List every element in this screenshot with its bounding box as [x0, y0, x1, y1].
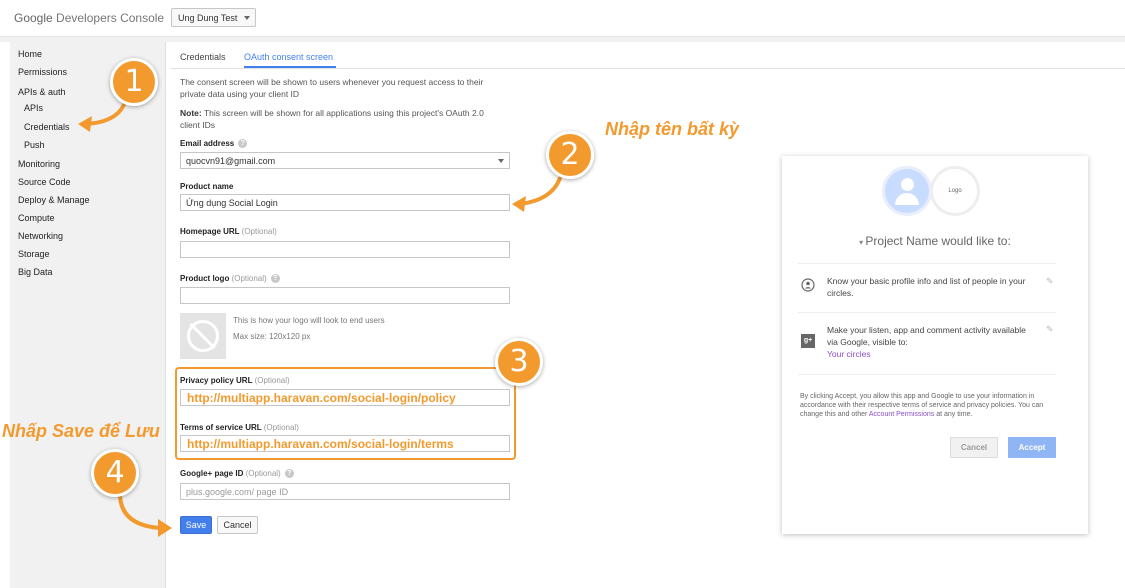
perm2-line-2: via Google, visible to:	[827, 337, 908, 347]
preview-title-text: Project Name would like to:	[865, 234, 1011, 248]
arrow-2	[518, 176, 562, 206]
permission-profile: Know your basic profile info and list of…	[827, 275, 1042, 299]
arrow-2-head	[512, 196, 526, 212]
legal-line-3b: at any time.	[934, 411, 973, 418]
avatar-body	[895, 193, 919, 205]
preview-title: ▾ Project Name would like to:	[782, 234, 1088, 248]
legal-line-1: By clicking Accept, you allow this app a…	[800, 393, 1035, 400]
step-1-marker: 1	[110, 58, 158, 106]
step-4-caption: Nhấp Save để Lưu	[2, 421, 160, 441]
preview-cancel-button[interactable]: Cancel	[950, 437, 998, 458]
step-2-marker: 2	[546, 131, 594, 179]
perm1-line-1: Know your basic profile info and list of…	[827, 276, 1026, 286]
account-permissions-link[interactable]: Account Permissions	[869, 411, 934, 418]
pencil-icon[interactable]: ✎	[1046, 276, 1055, 286]
google-plus-icon: g+	[801, 334, 815, 348]
consent-preview: Logo ▾ Project Name would like to: Know …	[782, 156, 1088, 534]
legal-line-3a: change this and other	[800, 411, 869, 418]
step-4-marker: 4	[91, 449, 139, 497]
step-3-marker: 3	[495, 338, 543, 386]
preview-accept-button[interactable]: Accept	[1008, 437, 1056, 458]
perm2-line-1: Make your listen, app and comment activi…	[827, 325, 1026, 335]
arrow-4-head	[158, 519, 172, 537]
pencil-icon[interactable]: ✎	[1046, 324, 1055, 334]
divider	[798, 374, 1056, 375]
permission-activity: Make your listen, app and comment activi…	[827, 324, 1042, 360]
arrow-1-head	[78, 116, 92, 132]
arrow-4	[117, 488, 162, 530]
user-avatar-icon	[882, 166, 932, 216]
legal-text: By clicking Accept, you allow this app a…	[800, 392, 1080, 419]
divider	[798, 312, 1056, 313]
legal-line-2: accordance with their respective terms o…	[800, 402, 1044, 409]
divider	[798, 263, 1056, 264]
avatar-head	[901, 178, 914, 191]
arrow-1	[84, 100, 127, 126]
your-circles-link[interactable]: Your circles	[827, 348, 1042, 360]
app-logo: Logo	[930, 166, 980, 216]
perm1-line-2: circles.	[827, 288, 854, 298]
profile-icon	[801, 278, 815, 292]
step-2-caption: Nhập tên bất kỳ	[605, 119, 740, 139]
